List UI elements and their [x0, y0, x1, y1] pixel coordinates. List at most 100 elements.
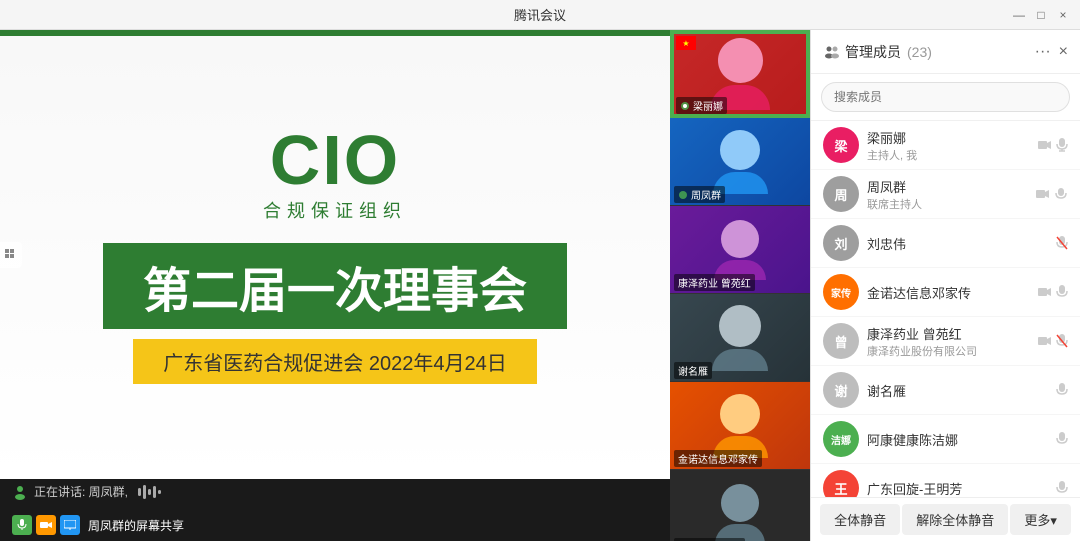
- member-icons-liu: [1056, 236, 1068, 250]
- member-item: 曾 康泽药业 曾苑红 康泽药业股份有限公司: [811, 317, 1080, 366]
- more-button[interactable]: 更多▾: [1010, 504, 1071, 535]
- member-info-kang: 康泽药业 曾苑红 康泽药业股份有限公司: [867, 324, 1030, 359]
- member-name-jin: 金诺达信息邓家传: [867, 283, 1030, 302]
- sharing-label: 周凤群的屏幕共享: [88, 517, 184, 534]
- video-label-liang: 梁丽娜: [676, 97, 727, 114]
- cam-icon-liang: [1038, 138, 1052, 152]
- member-item: 梁 梁丽娜 主持人, 我: [811, 121, 1080, 170]
- member-avatar-wang: 王: [823, 470, 859, 497]
- mute-all-button[interactable]: 全体静音: [820, 504, 900, 535]
- member-icons-zhou: [1036, 187, 1068, 201]
- video-label-kang: 康泽药业 曾苑红: [674, 274, 755, 291]
- label-text-zhou: 周凤群: [691, 187, 721, 202]
- panel-more-btn[interactable]: ···: [1035, 43, 1051, 61]
- member-role-kang: 康泽药业股份有限公司: [867, 343, 1030, 359]
- member-icons-wang: [1056, 481, 1068, 495]
- member-name-kang: 康泽药业 曾苑红: [867, 324, 1030, 343]
- waveform: [138, 485, 161, 499]
- minimize-button[interactable]: —: [1012, 8, 1026, 22]
- label-text-xie: 谢名雁: [678, 363, 708, 378]
- presentation-area: CIO 合规保证组织 第二届一次理事会 广东省医药合规促进会 2022年4月24…: [0, 30, 670, 541]
- video-thumb-xie[interactable]: 谢名雁: [670, 294, 810, 382]
- label-text-liang: 梁丽娜: [693, 98, 723, 113]
- cam-icon-kang: [1038, 334, 1052, 348]
- member-name-liu: 刘忠伟: [867, 234, 1048, 253]
- bottom-left-icons: 周凤群的屏幕共享: [12, 515, 184, 535]
- member-avatar-liu: 刘: [823, 225, 859, 261]
- mic-icon-liang: [1056, 138, 1068, 152]
- video-thumb-liang[interactable]: ★ 梁丽娜: [670, 30, 810, 118]
- member-item: 王 广东回旋-王明芳: [811, 464, 1080, 497]
- unmute-all-button[interactable]: 解除全体静音: [902, 504, 1008, 535]
- search-bar: [811, 74, 1080, 121]
- speaking-label: 正在讲话: 周凤群,: [34, 483, 128, 500]
- member-item: 洁娜 阿康健康陈洁娜: [811, 415, 1080, 464]
- screen-share-icon: [60, 515, 80, 535]
- member-info-jin: 金诺达信息邓家传: [867, 283, 1030, 302]
- video-thumb-jin[interactable]: 金诺达信息邓家传: [670, 382, 810, 470]
- member-icons-liang: [1038, 138, 1068, 152]
- member-info-liu: 刘忠伟: [867, 234, 1048, 253]
- video-thumb-kang[interactable]: 康泽药业 曾苑红: [670, 206, 810, 294]
- panel-footer: 全体静音 解除全体静音 更多▾: [811, 497, 1080, 541]
- mic-icon-akang: [1056, 432, 1068, 446]
- member-name-liang: 梁丽娜: [867, 128, 1030, 147]
- presentation-bottom-bar: 正在讲话: 周凤群,: [0, 479, 670, 541]
- member-icons-jin: [1038, 285, 1068, 299]
- maximize-button[interactable]: □: [1034, 8, 1048, 22]
- member-name-akang: 阿康健康陈洁娜: [867, 430, 1048, 449]
- video-label-zhou: 周凤群: [674, 186, 725, 203]
- cam-icon-zhou: [1036, 187, 1050, 201]
- member-avatar-liang: 梁: [823, 127, 859, 163]
- speaker-icon-liang: [680, 101, 690, 111]
- title-bar: 腾讯会议 — □ ×: [0, 0, 1080, 30]
- video-label-xie: 谢名雁: [674, 362, 712, 379]
- people-icon: [823, 44, 839, 60]
- member-avatar-jin: 家传: [823, 274, 859, 310]
- panel-title: 管理成员 (23): [823, 42, 932, 62]
- mic-muted-icon-liu: [1056, 236, 1068, 250]
- member-name-xie: 谢名雁: [867, 381, 1048, 400]
- label-text-kang: 康泽药业 曾苑红: [678, 275, 751, 290]
- cam-icon-jin: [1038, 285, 1052, 299]
- member-item: 周 周凤群 联席主持人: [811, 170, 1080, 219]
- member-role-liang: 主持人, 我: [867, 147, 1030, 163]
- slide-view: CIO 合规保证组织 第二届一次理事会 广东省医药合规促进会 2022年4月24…: [0, 30, 670, 479]
- member-avatar-kang: 曾: [823, 323, 859, 359]
- label-text-jin: 金诺达信息邓家传: [678, 451, 758, 466]
- member-icons-akang: [1056, 432, 1068, 446]
- panel-title-text: 管理成员: [845, 42, 901, 62]
- members-panel: 管理成员 (23) ··· × 梁 梁丽娜 主持人, 我: [810, 30, 1080, 541]
- app-title: 腾讯会议: [514, 5, 566, 24]
- member-info-wang: 广东回旋-王明芳: [867, 479, 1048, 498]
- member-avatar-akang: 洁娜: [823, 421, 859, 457]
- member-info-liang: 梁丽娜 主持人, 我: [867, 128, 1030, 163]
- search-input[interactable]: [821, 82, 1070, 112]
- panel-close-btn[interactable]: ×: [1059, 43, 1068, 61]
- members-list: 梁 梁丽娜 主持人, 我 周 周凤群 联席主持人: [811, 121, 1080, 497]
- slide-top-bar: [0, 30, 670, 36]
- mic-icon-zhou: [1054, 187, 1068, 201]
- member-item: 家传 金诺达信息邓家传: [811, 268, 1080, 317]
- member-info-akang: 阿康健康陈洁娜: [867, 430, 1048, 449]
- panel-header: 管理成员 (23) ··· ×: [811, 30, 1080, 74]
- screen-icon: [64, 520, 76, 530]
- slide-main-title: 第二届一次理事会: [103, 243, 567, 329]
- member-icons-xie: [1056, 383, 1068, 397]
- member-info-xie: 谢名雁: [867, 381, 1048, 400]
- panel-actions[interactable]: ··· ×: [1035, 43, 1068, 61]
- member-item: 刘 刘忠伟: [811, 219, 1080, 268]
- main-container: CIO 合规保证组织 第二届一次理事会 广东省医药合规促进会 2022年4月24…: [0, 30, 1080, 541]
- member-name-zhou: 周凤群: [867, 177, 1028, 196]
- slide-left-tool[interactable]: [0, 242, 22, 268]
- video-label-jin: 金诺达信息邓家传: [674, 450, 762, 467]
- window-controls[interactable]: — □ ×: [1012, 8, 1070, 22]
- microphone-icon: [17, 519, 27, 531]
- mic-status-icon: [12, 515, 32, 535]
- mic-icon-kang: [1056, 334, 1068, 348]
- cio-subtitle: 合规保证组织: [263, 197, 407, 223]
- close-button[interactable]: ×: [1056, 8, 1070, 22]
- video-thumb-min[interactable]: 民彤医药 彩霞: [670, 470, 810, 541]
- video-thumb-zhou[interactable]: 周凤群: [670, 118, 810, 206]
- member-name-wang: 广东回旋-王明芳: [867, 479, 1048, 498]
